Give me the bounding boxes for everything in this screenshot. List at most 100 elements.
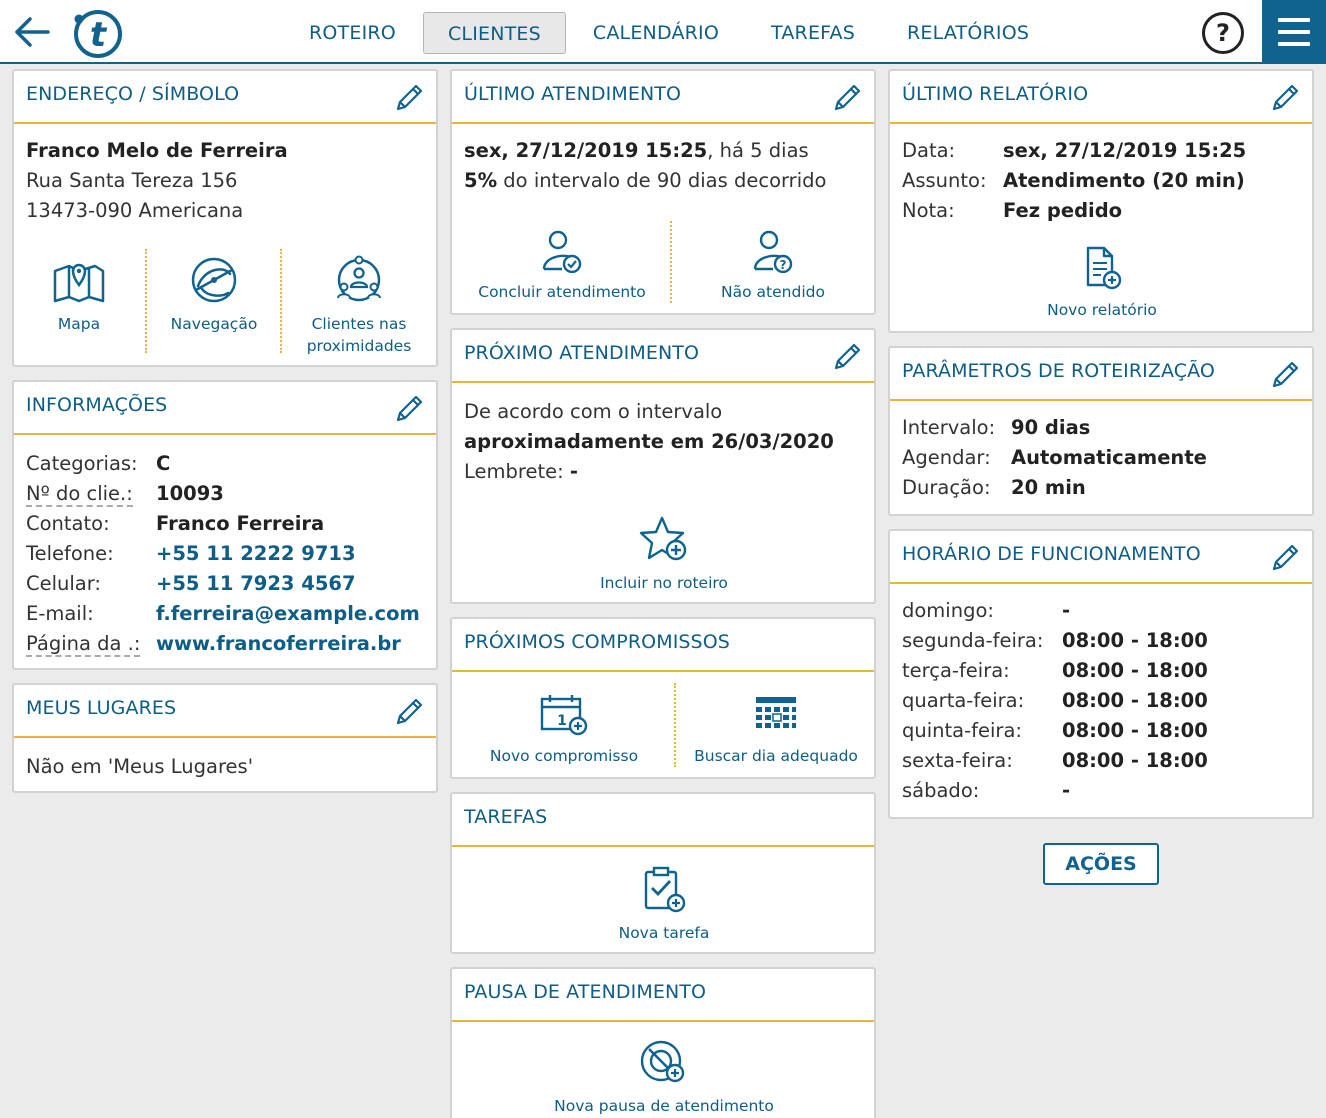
hours-row: sexta-feira: 08:00 - 18:00 (902, 749, 1208, 772)
routing-row-schedule: Agendar: Automaticamente (902, 446, 1207, 469)
map-icon (53, 263, 105, 303)
svg-text:?: ? (780, 258, 787, 272)
tab-roteiro[interactable]: ROTEIRO (292, 12, 413, 54)
last-visit-card: ÚLTIMO ATENDIMENTO sex, 27/12/2019 15:25… (450, 69, 876, 315)
pencil-icon[interactable] (394, 695, 426, 727)
back-arrow-icon[interactable] (12, 12, 52, 52)
navigation-label: Navegação (170, 315, 258, 333)
card-title: PAUSA DE ATENDIMENTO (464, 981, 707, 1003)
not-attended-button[interactable]: ? Não atendido (688, 229, 858, 303)
city-address: 13473-090 Americana (26, 199, 244, 222)
hours-row: segunda-feira: 08:00 - 18:00 (902, 629, 1208, 652)
pencil-icon[interactable] (1270, 358, 1302, 390)
new-appointment-label: Novo compromisso (489, 747, 639, 765)
hours-row: quarta-feira: 08:00 - 18:00 (902, 689, 1208, 712)
new-report-button[interactable]: Novo relatório (1002, 245, 1202, 321)
card-title: PARÂMETROS DE ROTEIRIZAÇÃO (902, 360, 1215, 382)
card-header: HORÁRIO DE FUNCIONAMENTO (890, 531, 1312, 584)
card-header: PRÓXIMOS COMPROMISSOS (452, 619, 874, 672)
email-link[interactable]: f.ferreira@example.com (156, 599, 420, 629)
hours-row: sábado: - (902, 779, 1071, 802)
tab-relatorios[interactable]: RELATÓRIOS (890, 12, 1046, 54)
card-title: PRÓXIMOS COMPROMISSOS (464, 631, 730, 653)
tab-calendario[interactable]: CALENDÁRIO (576, 12, 736, 54)
card-header: MEUS LUGARES (14, 685, 436, 738)
pencil-icon[interactable] (832, 81, 864, 113)
reminder-line: Lembrete: - (464, 460, 578, 483)
card-title: HORÁRIO DE FUNCIONAMENTO (902, 543, 1201, 565)
tab-tarefas[interactable]: TAREFAS (754, 12, 872, 54)
routing-row-interval: Intervalo: 90 dias (902, 416, 1091, 439)
opening-hours-card: HORÁRIO DE FUNCIONAMENTO domingo: - segun… (888, 529, 1314, 819)
card-header: PRÓXIMO ATENDIMENTO (452, 330, 874, 383)
my-places-text: Não em 'Meus Lugares' (26, 755, 254, 778)
last-visit-interval-line: 5% do intervalo de 90 dias decorrido (464, 169, 827, 192)
last-report-card: ÚLTIMO RELATÓRIO Data: sex, 27/12/2019 15… (888, 69, 1314, 333)
info-row-mobile: Celular: +55 11 7923 4567 (26, 569, 424, 599)
card-title: ÚLTIMO RELATÓRIO (902, 83, 1089, 105)
star-add-icon (639, 516, 687, 561)
address-card: ENDEREÇO / SÍMBOLO Franco Melo de Ferrei… (12, 69, 438, 367)
nearby-clients-button[interactable]: Clientes nas proximidades (294, 255, 424, 357)
pause-add-icon (640, 1040, 685, 1083)
routing-row-duration: Duração: 20 min (902, 476, 1086, 499)
card-header: TAREFAS (452, 794, 874, 847)
calendar-grid-icon (756, 697, 796, 728)
card-title: PRÓXIMO ATENDIMENTO (464, 342, 700, 364)
website-link[interactable]: www.francoferreira.br (156, 629, 401, 659)
hamburger-menu-button[interactable] (1262, 0, 1326, 64)
pencil-icon[interactable] (394, 392, 426, 424)
new-report-label: Novo relatório (1047, 301, 1157, 319)
card-header: PARÂMETROS DE ROTEIRIZAÇÃO (890, 348, 1312, 401)
clipboard-add-icon (644, 866, 686, 913)
pencil-icon[interactable] (832, 340, 864, 372)
map-button[interactable]: Mapa (36, 255, 122, 335)
add-to-route-button[interactable]: Incluir no roteiro (564, 514, 764, 594)
complete-visit-button[interactable]: Concluir atendimento (472, 229, 652, 303)
card-header: INFORMAÇÕES (14, 382, 436, 435)
hours-row: domingo: - (902, 599, 1071, 622)
compass-icon (191, 257, 237, 303)
card-title: TAREFAS (464, 806, 548, 828)
report-row-subject: Assunto: Atendimento (20 min) (902, 169, 1245, 192)
not-attended-label: Não atendido (721, 283, 825, 301)
mobile-link[interactable]: +55 11 7923 4567 (156, 569, 356, 599)
info-row-website: Página da .: www.francoferreira.br (26, 629, 424, 659)
routing-parameters-card: PARÂMETROS DE ROTEIRIZAÇÃO Intervalo: 90 … (888, 346, 1314, 516)
card-title: INFORMAÇÕES (26, 394, 168, 416)
report-row-note: Nota: Fez pedido (902, 199, 1123, 222)
nearby-label-line1: Clientes nas (311, 315, 407, 333)
hours-row: terça-feira: 08:00 - 18:00 (902, 659, 1208, 682)
card-header: PAUSA DE ATENDIMENTO (452, 969, 874, 1022)
find-suitable-day-label: Buscar dia adequado (694, 747, 858, 765)
document-add-icon (1086, 246, 1122, 290)
map-label: Mapa (57, 315, 101, 333)
card-header: ENDEREÇO / SÍMBOLO (14, 71, 436, 124)
info-row-category: Categorias: C (26, 452, 171, 475)
navigation-button[interactable]: Navegação (164, 255, 264, 335)
card-header: ÚLTIMO RELATÓRIO (890, 71, 1312, 124)
pencil-icon[interactable] (394, 81, 426, 113)
nearby-label-line2: proximidades (306, 337, 412, 355)
tasks-card: TAREFAS Nova tarefa (450, 792, 876, 954)
new-appointment-button[interactable]: 1 Novo compromisso (474, 693, 654, 767)
next-visit-card: PRÓXIMO ATENDIMENTO De acordo com o inte… (450, 328, 876, 604)
upcoming-appointments-card: PRÓXIMOS COMPROMISSOS 1 Novo compromisso… (450, 617, 876, 779)
new-pause-button[interactable]: Nova pausa de atendimento (544, 1039, 784, 1117)
pencil-icon[interactable] (1270, 81, 1302, 113)
pencil-icon[interactable] (1270, 541, 1302, 573)
info-row-email: E-mail: f.ferreira@example.com (26, 599, 424, 629)
card-title: ENDEREÇO / SÍMBOLO (26, 83, 240, 105)
new-task-button[interactable]: Nova tarefa (564, 866, 764, 944)
find-suitable-day-button[interactable]: Buscar dia adequado (688, 693, 864, 767)
main-tabs: ROTEIRO CLIENTES CALENDÁRIO TAREFAS RELA… (292, 12, 1064, 54)
svg-text:t: t (90, 15, 108, 55)
nearby-people-icon (337, 255, 381, 302)
phone-link[interactable]: +55 11 2222 9713 (156, 539, 356, 569)
help-button[interactable]: ? (1202, 12, 1244, 54)
next-visit-line1: De acordo com o intervalo (464, 400, 723, 423)
tab-clientes[interactable]: CLIENTES (422, 12, 566, 54)
next-visit-date: aproximadamente em 26/03/2020 (464, 430, 834, 453)
card-header: ÚLTIMO ATENDIMENTO (452, 71, 874, 124)
actions-button[interactable]: AÇÕES (1043, 843, 1159, 885)
